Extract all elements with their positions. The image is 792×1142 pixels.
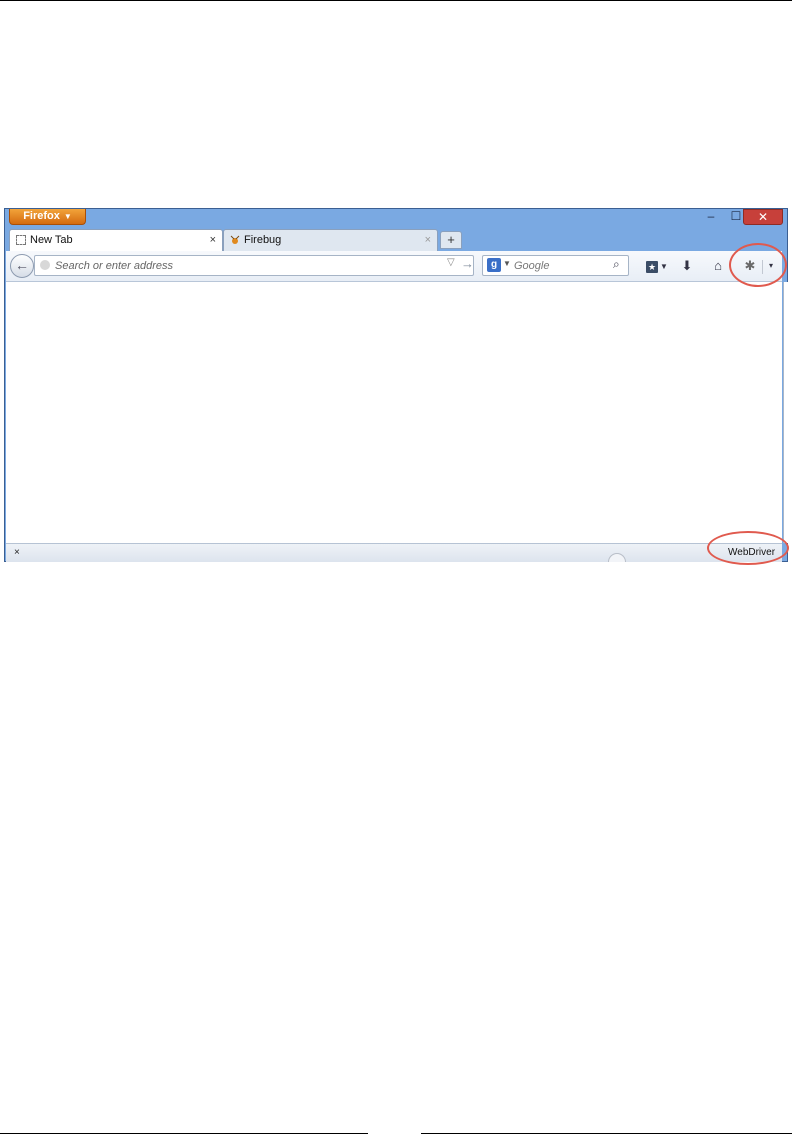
download-arrow-icon: ⬇ (681, 258, 693, 273)
firefox-menu-caret-icon: ▼ (63, 212, 72, 221)
blank-page-icon (16, 235, 26, 245)
firefox-menu-label: Firefox (23, 210, 60, 222)
page-content-area[interactable] (6, 282, 782, 543)
back-button[interactable]: ← (10, 254, 34, 278)
addon-bar: × WebDriver (6, 543, 782, 562)
engine-dropdown-icon[interactable]: ▼ (503, 259, 511, 268)
tab-label: Firebug (244, 234, 282, 246)
site-identity-icon[interactable] (40, 260, 50, 270)
page-bottom-rule-left (0, 1133, 368, 1134)
close-addon-bar-icon[interactable]: × (14, 544, 20, 562)
home-icon: ⌂ (714, 258, 722, 273)
tab-firebug[interactable]: Firebug × (223, 229, 438, 251)
close-window-button[interactable]: ✕ (743, 209, 783, 225)
history-dropmarker-icon[interactable]: ▽ (447, 257, 455, 268)
search-bar[interactable]: g ▼ ⌕ (482, 255, 629, 276)
bookmarks-button[interactable]: ★ ▼ (642, 257, 672, 275)
firebug-icon (230, 235, 240, 244)
tab-close-icon[interactable]: × (425, 230, 431, 250)
navigation-toolbar: ← ▽ → g ▼ ⌕ ★▼ ⬇ ⌂ ✱ ▾ (6, 251, 782, 282)
new-tab-button[interactable]: + (440, 231, 462, 249)
address-input[interactable] (55, 257, 415, 274)
minimize-button[interactable]: – (701, 209, 721, 225)
tab-close-icon[interactable]: × (210, 230, 216, 250)
go-arrow-icon[interactable]: → (461, 256, 474, 271)
back-arrow-icon: ← (15, 257, 29, 273)
search-icon[interactable]: ⌕ (613, 257, 620, 272)
page-bottom-rule-right (421, 1133, 792, 1134)
firefox-menu-button[interactable]: Firefox ▼ (9, 209, 86, 225)
bookmarks-caret-icon: ▼ (660, 261, 668, 271)
tab-label: New Tab (30, 234, 73, 246)
bookmarks-star-icon: ★ (646, 260, 659, 273)
google-engine-icon[interactable]: g (487, 258, 501, 272)
tab-new-tab[interactable]: New Tab × (9, 229, 223, 251)
annotation-circle-webdriver (707, 531, 789, 565)
resize-grip-icon (608, 553, 626, 562)
annotation-circle-firebug (729, 243, 787, 287)
downloads-button[interactable]: ⬇ (678, 257, 696, 275)
address-bar[interactable]: ▽ → (34, 255, 474, 276)
home-button[interactable]: ⌂ (708, 257, 728, 275)
scrollbar-edge (783, 282, 788, 543)
browser-window: Firefox▼ – ☐ ✕ New Tab × Firebug × + ← ▽… (4, 208, 788, 562)
search-input[interactable] (514, 257, 604, 274)
page-top-rule (0, 0, 792, 1)
